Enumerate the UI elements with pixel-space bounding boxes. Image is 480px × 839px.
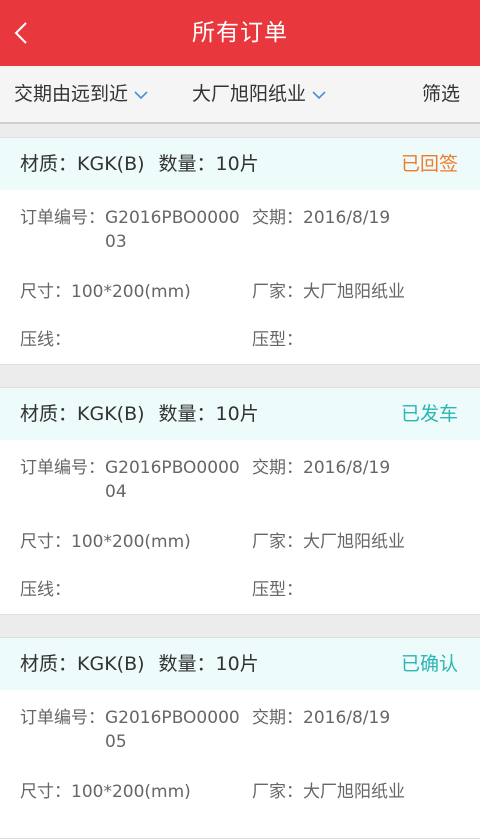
delivery-date-value: 2016/8/19 xyxy=(303,708,391,728)
material-value: KGK(B) xyxy=(77,653,145,675)
size-value: 100*200(mm) xyxy=(71,532,191,552)
quantity-label: 数量： xyxy=(158,653,216,675)
order-number-value: G2016PBO000004 xyxy=(105,458,240,502)
filter-bar: 交期由远到近 大厂旭阳纸业 筛选 xyxy=(0,66,480,124)
material-label: 材质： xyxy=(20,403,78,425)
factory-value: 大厂旭阳纸业 xyxy=(303,282,405,302)
status-badge: 已回签 xyxy=(400,153,458,175)
delivery-date: 交期：2016/8/19 xyxy=(252,708,391,728)
order-number-value: G2016PBO000003 xyxy=(105,208,240,252)
status-badge: 已发车 xyxy=(400,403,458,425)
factory: 厂家：大厂旭阳纸业 xyxy=(252,282,405,302)
delivery-date: 交期：2016/8/19 xyxy=(252,208,391,228)
size-value: 100*200(mm) xyxy=(71,282,191,302)
factory: 厂家：大厂旭阳纸业 xyxy=(252,532,405,552)
quantity-value: 10片 xyxy=(215,653,259,675)
press-type: 压型： xyxy=(252,330,303,350)
order-card-header: 材质：KGK(B) 数量：10片 已确认 xyxy=(0,638,480,690)
quantity-label: 数量： xyxy=(158,153,216,175)
order-card[interactable]: 材质：KGK(B) 数量：10片 已确认 订单编号： G2016PBO000005 … xyxy=(0,637,480,839)
status-badge: 已确认 xyxy=(400,653,458,675)
page-title: 所有订单 xyxy=(192,20,288,46)
filter-button[interactable]: 筛选 xyxy=(422,66,460,122)
material-value: KGK(B) xyxy=(77,403,145,425)
crease: 压线： xyxy=(20,580,71,600)
order-card-header: 材质：KGK(B) 数量：10片 已发车 xyxy=(0,388,480,440)
delivery-date-value: 2016/8/19 xyxy=(303,208,391,228)
size: 尺寸：100*200(mm) xyxy=(20,532,191,552)
factory-dropdown[interactable]: 大厂旭阳纸业 xyxy=(192,66,326,122)
order-card[interactable]: 材质：KGK(B) 数量：10片 已回签 订单编号： G2016PBO000003 … xyxy=(0,137,480,365)
size: 尺寸：100*200(mm) xyxy=(20,782,191,802)
quantity-value: 10片 xyxy=(215,153,259,175)
chevron-down-icon xyxy=(134,66,148,122)
factory-value: 大厂旭阳纸业 xyxy=(303,782,405,802)
order-card[interactable]: 材质：KGK(B) 数量：10片 已发车 订单编号： G2016PBO000004 … xyxy=(0,387,480,615)
press-type: 压型： xyxy=(252,580,303,600)
order-number: 订单编号： G2016PBO000005 xyxy=(20,706,245,754)
order-number-value: G2016PBO000005 xyxy=(105,708,240,752)
order-number: 订单编号： G2016PBO000004 xyxy=(20,456,245,504)
quantity-value: 10片 xyxy=(215,403,259,425)
factory-value: 大厂旭阳纸业 xyxy=(303,532,405,552)
sort-dropdown[interactable]: 交期由远到近 xyxy=(14,66,148,122)
size-value: 100*200(mm) xyxy=(71,782,191,802)
factory: 厂家：大厂旭阳纸业 xyxy=(252,782,405,802)
sort-dropdown-label: 交期由远到近 xyxy=(14,83,129,105)
material-value: KGK(B) xyxy=(77,153,145,175)
material-label: 材质： xyxy=(20,653,78,675)
crease: 压线： xyxy=(20,330,71,350)
chevron-down-icon xyxy=(312,66,326,122)
order-number: 订单编号： G2016PBO000003 xyxy=(20,206,245,254)
quantity-label: 数量： xyxy=(158,403,216,425)
size: 尺寸：100*200(mm) xyxy=(20,282,191,302)
delivery-date-value: 2016/8/19 xyxy=(303,458,391,478)
factory-dropdown-label: 大厂旭阳纸业 xyxy=(192,83,307,105)
delivery-date: 交期：2016/8/19 xyxy=(252,458,391,478)
app-header: 所有订单 xyxy=(0,0,480,66)
material-label: 材质： xyxy=(20,153,78,175)
order-card-header: 材质：KGK(B) 数量：10片 已回签 xyxy=(0,138,480,190)
